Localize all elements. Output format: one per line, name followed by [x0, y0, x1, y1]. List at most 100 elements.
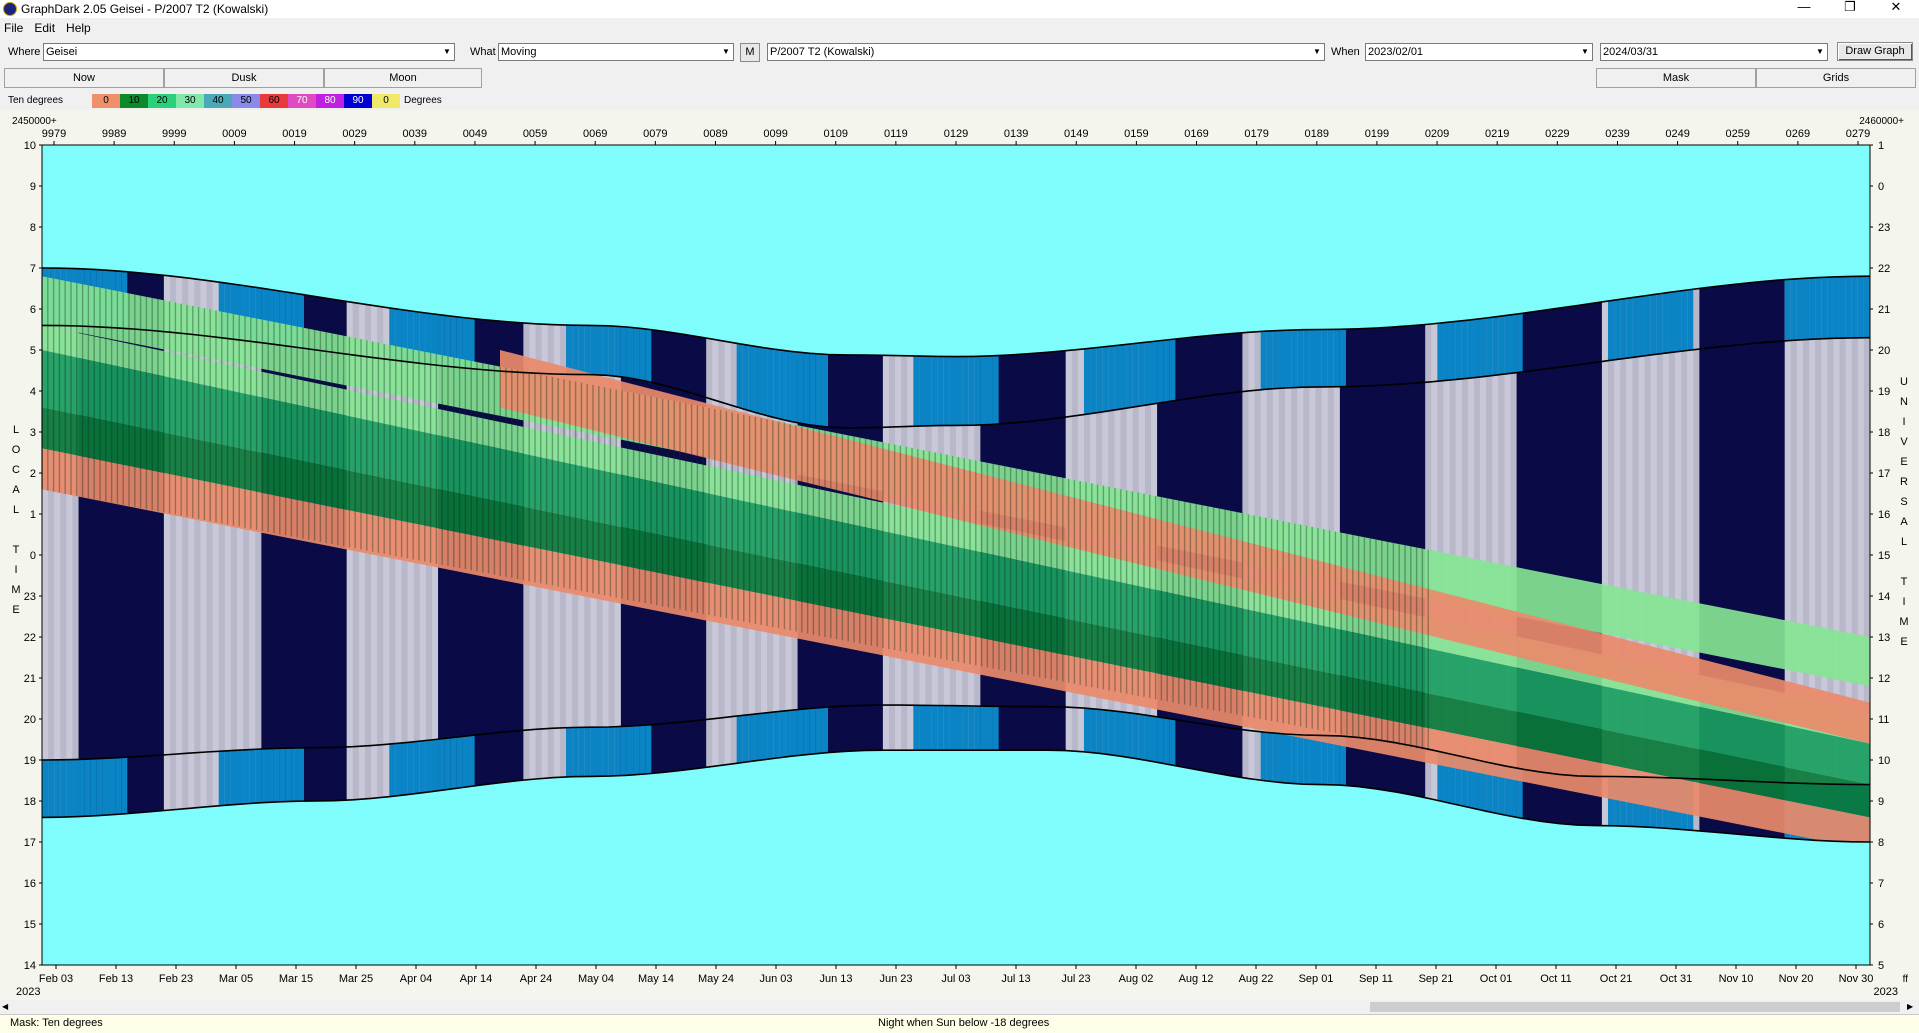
date-tick-label: Jul 13 [1001, 973, 1030, 985]
chart-mark [1260, 331, 1268, 390]
chart-mark [620, 326, 628, 378]
jd-tick-label: 9999 [162, 128, 186, 140]
object-combo[interactable]: P/2007 T2 (Kowalski) ▼ [767, 43, 1325, 61]
chart-mark [572, 325, 579, 375]
left-axis-label: 10 [24, 140, 36, 152]
scroll-left-icon[interactable]: ◀ [2, 1002, 12, 1012]
jd-tick-label: 0049 [463, 128, 487, 140]
chart-mark [821, 354, 829, 427]
tab-moon[interactable]: Moon [324, 68, 482, 88]
menu-edit[interactable]: Edit [34, 21, 55, 35]
horizontal-scrollbar[interactable]: ◀ ▶ [0, 1000, 1919, 1014]
chart-mark [919, 705, 926, 751]
right-axis-title-letter: U [1900, 376, 1908, 388]
app-icon [3, 2, 17, 16]
chart-mark [1315, 329, 1322, 387]
chart-mark [243, 749, 250, 804]
chevron-down-icon[interactable]: ▼ [719, 44, 733, 60]
chart-mark [1443, 322, 1450, 381]
left-axis-label: 0 [30, 550, 36, 562]
chart-mark [937, 705, 945, 751]
chart-mark [761, 713, 768, 760]
chart-mark [797, 352, 805, 424]
draw-graph-button[interactable]: Draw Graph [1837, 42, 1913, 61]
m-button[interactable]: M [740, 43, 760, 62]
right-axis-label: 19 [1878, 386, 1890, 398]
chart-mark [1455, 321, 1463, 380]
chart-mark [633, 327, 640, 380]
tab-dusk[interactable]: Dusk [164, 68, 324, 88]
minimize-button[interactable]: — [1781, 0, 1827, 18]
chart-mark [1272, 330, 1280, 389]
start-date-combo[interactable]: 2023/02/01 ▼ [1365, 43, 1593, 61]
chart-mark [986, 355, 993, 425]
chart-mark [736, 343, 744, 408]
date-tick-label: Jul 23 [1061, 973, 1090, 985]
chart-mark [767, 712, 774, 759]
legend-swatch: 80 [316, 94, 344, 108]
chart-mark [986, 706, 993, 751]
end-date-combo[interactable]: 2024/03/31 ▼ [1600, 43, 1828, 61]
date-tick-label: Mar 05 [219, 973, 253, 985]
scrollbar-thumb[interactable] [1370, 1002, 1900, 1012]
chart-mark [1169, 719, 1176, 766]
jd-tick-label: 0029 [342, 128, 366, 140]
chart-mark [1821, 277, 1828, 339]
right-axis-label: 1 [1878, 140, 1884, 152]
chart-mark [992, 706, 1000, 751]
chart-mark [1638, 296, 1645, 357]
chart-mark [1083, 348, 1091, 415]
right-axis-label: 7 [1878, 878, 1884, 890]
menu-file[interactable]: File [4, 21, 23, 35]
status-night: Night when Sun below -18 degrees [878, 1017, 1050, 1029]
chart-mark [462, 736, 469, 788]
left-axis-title-letter: T [13, 544, 20, 556]
chart-mark [1480, 318, 1487, 377]
close-button[interactable]: ✕ [1873, 0, 1919, 18]
chevron-down-icon[interactable]: ▼ [440, 44, 454, 60]
right-axis-title-letter: M [1899, 616, 1908, 628]
chart-mark [438, 738, 445, 791]
chart-mark [1090, 347, 1097, 414]
tab-now[interactable]: Now [4, 68, 164, 88]
chart-mark [1626, 297, 1633, 358]
chart-mark [578, 325, 585, 375]
graph-panel[interactable]: 2450000+ 2460000+ 9979 9989 9999 0009 0019 0029… [0, 110, 1919, 1010]
what-combo[interactable]: Moving ▼ [498, 43, 734, 61]
chart-mark [1157, 340, 1164, 403]
date-tick-label: Feb 23 [159, 973, 193, 985]
date-tick-label: Sep 11 [1359, 973, 1393, 985]
where-combo[interactable]: Geisei ▼ [43, 43, 455, 61]
chevron-down-icon[interactable]: ▼ [1310, 44, 1324, 60]
chart-mark [791, 351, 798, 423]
restore-button[interactable]: ❐ [1827, 0, 1873, 18]
chevron-down-icon[interactable]: ▼ [1813, 44, 1827, 60]
date-tick-label: Nov 10 [1719, 973, 1754, 985]
tab-grids[interactable]: Grids [1756, 68, 1916, 88]
menu-help[interactable]: Help [66, 21, 91, 35]
chart-mark [584, 325, 591, 375]
chart-mark [754, 346, 762, 414]
left-axis-label: 8 [30, 222, 36, 234]
scroll-right-icon[interactable]: ▶ [1907, 1002, 1917, 1012]
chart-mark [614, 326, 622, 377]
darkness-chart[interactable]: 2450000+ 2460000+9979 9989 9999 0009 0019 0029… [0, 110, 1919, 1010]
chart-mark [742, 344, 750, 410]
chart-mark [1461, 320, 1469, 379]
chart-mark [943, 356, 951, 426]
left-axis-title-letter: O [12, 444, 21, 456]
chevron-down-icon[interactable]: ▼ [1578, 44, 1592, 60]
chart-mark [1102, 709, 1109, 755]
date-tick-label: Oct 11 [1540, 973, 1572, 985]
tab-mask[interactable]: Mask [1596, 68, 1756, 88]
chart-mark [1266, 732, 1274, 782]
chart-mark [78, 759, 86, 817]
chart-mark [925, 356, 933, 426]
chart-mark [1260, 732, 1268, 781]
jd-tick-label: 0009 [222, 128, 246, 140]
what-value: Moving [501, 46, 537, 58]
date-tick-label: Mar 15 [279, 973, 313, 985]
chart-mark [633, 725, 640, 775]
chart-mark [1278, 330, 1286, 389]
year-left: 2023 [16, 986, 40, 998]
